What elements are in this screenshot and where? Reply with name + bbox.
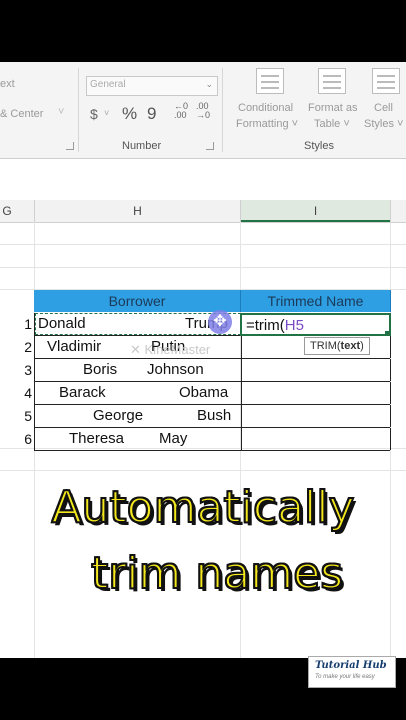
header-trimmed-name[interactable]: Trimmed Name	[241, 290, 391, 312]
cell-styles-label-2[interactable]: Styles ˅	[364, 118, 403, 130]
conditional-formatting-label[interactable]: Conditional	[238, 102, 293, 114]
increase-decimal-button[interactable]: ←0.00	[174, 102, 188, 120]
first-name: Boris	[83, 361, 118, 378]
format-as-table-icon[interactable]	[318, 68, 346, 94]
first-name: Barack	[59, 384, 106, 401]
move-cursor-icon: ✥	[213, 313, 227, 330]
header-borrower[interactable]: Borrower	[34, 290, 241, 312]
comma-style-button[interactable]: 9	[147, 104, 156, 124]
ribbon-separator	[222, 68, 223, 152]
logo-tagline: To make your life easy	[315, 674, 375, 680]
cell-styles-label[interactable]: Cell	[374, 102, 393, 114]
alignment-dialog-launcher-icon[interactable]	[66, 142, 74, 150]
first-name: Vladimir	[47, 338, 102, 355]
number-dialog-launcher-icon[interactable]	[206, 142, 214, 150]
chevron-down-icon: ˅	[104, 108, 110, 118]
column-separator	[390, 200, 391, 222]
trimmed-name-cell[interactable]	[240, 405, 391, 427]
row-number: 3	[24, 362, 32, 378]
trimmed-name-cell[interactable]	[240, 359, 391, 381]
table-row: 5 George Bush	[24, 405, 391, 428]
format-as-table-label-2[interactable]: Table ˅	[314, 118, 350, 130]
column-header-g[interactable]: G	[0, 200, 14, 222]
borrower-cell[interactable]: Barack Obama	[34, 382, 242, 404]
kinemaster-watermark: ✕ KineMaster	[130, 342, 211, 357]
row-number: 2	[24, 339, 32, 355]
row-number: 5	[24, 408, 32, 424]
logo-title: Tutorial Hub	[315, 660, 387, 671]
cell-styles-icon[interactable]	[372, 68, 400, 94]
formula-entry: =trim(H5	[246, 317, 304, 334]
chevron-down-icon: ˅	[58, 106, 65, 118]
borrower-cell[interactable]: Boris Johnson	[34, 359, 242, 381]
last-name: May	[159, 430, 188, 447]
column-header-i[interactable]: I	[241, 200, 390, 222]
decrease-decimal-button[interactable]: .00 →0	[196, 102, 210, 120]
styles-group-label: Styles	[304, 140, 334, 152]
last-name: Obama	[179, 384, 229, 401]
ribbon: ext & Center ˅ General ⌄ $ ˅ % 9 ←0.00 .…	[0, 62, 406, 159]
ribbon-fragment-top: ext	[0, 78, 15, 90]
table-row: 4 Barack Obama	[24, 382, 391, 405]
number-format-dropdown[interactable]: General ⌄	[86, 76, 218, 96]
row-number: 6	[24, 431, 32, 447]
active-cell[interactable]: =trim(H5	[240, 313, 391, 336]
trimmed-name-cell[interactable]	[240, 382, 391, 404]
first-name: Theresa	[69, 430, 125, 447]
borrower-cell[interactable]: George Bush	[34, 405, 242, 427]
conditional-formatting-icon[interactable]	[256, 68, 284, 94]
table-row: 3 Boris Johnson	[24, 359, 391, 382]
caption-line-2: trim names	[90, 547, 344, 600]
format-as-table-label[interactable]: Format as	[308, 102, 358, 114]
caption-line-1: Automatically	[50, 481, 355, 534]
last-name: Bush	[197, 407, 232, 424]
trimmed-name-cell[interactable]	[240, 428, 391, 450]
merge-center-button[interactable]: & Center	[0, 108, 43, 120]
conditional-formatting-label-2[interactable]: Formatting ˅	[236, 118, 298, 130]
borrower-cell[interactable]: Theresa May	[34, 428, 242, 450]
first-name: George	[93, 407, 144, 424]
percent-style-button[interactable]: %	[122, 104, 137, 124]
column-header-h[interactable]: H	[35, 200, 240, 222]
currency-format-button[interactable]: $	[90, 106, 98, 122]
number-format-value: General	[90, 79, 126, 90]
number-group-label: Number	[122, 140, 162, 152]
row-number: 1	[24, 316, 32, 332]
row-number: 4	[24, 385, 32, 401]
channel-logo: Tutorial Hub To make your life easy	[308, 656, 396, 688]
chevron-down-icon: ⌄	[205, 79, 213, 89]
ribbon-separator	[78, 68, 79, 152]
last-name: Johnson	[147, 361, 204, 378]
column-headers: G H I	[0, 200, 406, 223]
table-row: 6 Theresa May	[24, 428, 391, 451]
function-tooltip[interactable]: TRIM(text)	[304, 337, 370, 355]
